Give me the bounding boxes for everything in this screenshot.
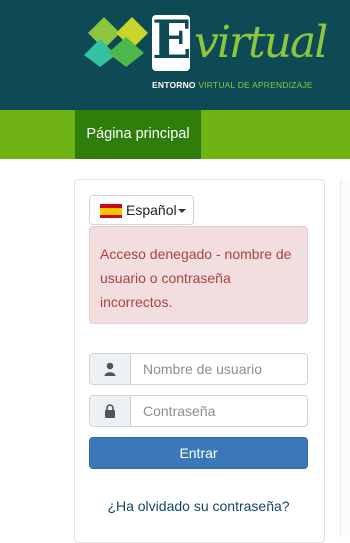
password-addon (90, 396, 131, 426)
user-icon (104, 362, 116, 376)
error-message: Acceso denegado - nombre de usuario o co… (100, 246, 292, 310)
logo-letter-e: E (152, 10, 192, 71)
site-header: E virtual ENTORNO VIRTUAL DE APRENDIZAJE (0, 0, 350, 110)
language-selector-button[interactable]: Español (89, 195, 194, 225)
username-addon (90, 354, 131, 384)
logo-tagline: ENTORNO VIRTUAL DE APRENDIZAJE (152, 80, 313, 90)
password-field (89, 395, 313, 427)
main-navbar: Página principal (0, 110, 350, 159)
lock-icon (105, 404, 115, 418)
spain-flag-icon (100, 204, 122, 218)
tagline-light: VIRTUAL DE APRENDIZAJE (198, 80, 313, 90)
error-alert: Acceso denegado - nombre de usuario o co… (89, 226, 308, 324)
tagline-strong: ENTORNO (152, 80, 196, 90)
login-button[interactable]: Entrar (89, 437, 308, 469)
password-input[interactable] (131, 396, 313, 426)
side-panel-edge (340, 179, 350, 537)
username-field (89, 353, 313, 385)
forgot-password-link[interactable]: ¿Ha olvidado su contraseña? (89, 496, 308, 516)
nav-home-link[interactable]: Página principal (75, 110, 201, 159)
caret-down-icon (178, 209, 186, 213)
username-input[interactable] (131, 354, 313, 384)
language-label: Español (126, 202, 177, 218)
logo-script-text: virtual (194, 17, 328, 68)
logo-diamonds-icon (84, 17, 148, 67)
